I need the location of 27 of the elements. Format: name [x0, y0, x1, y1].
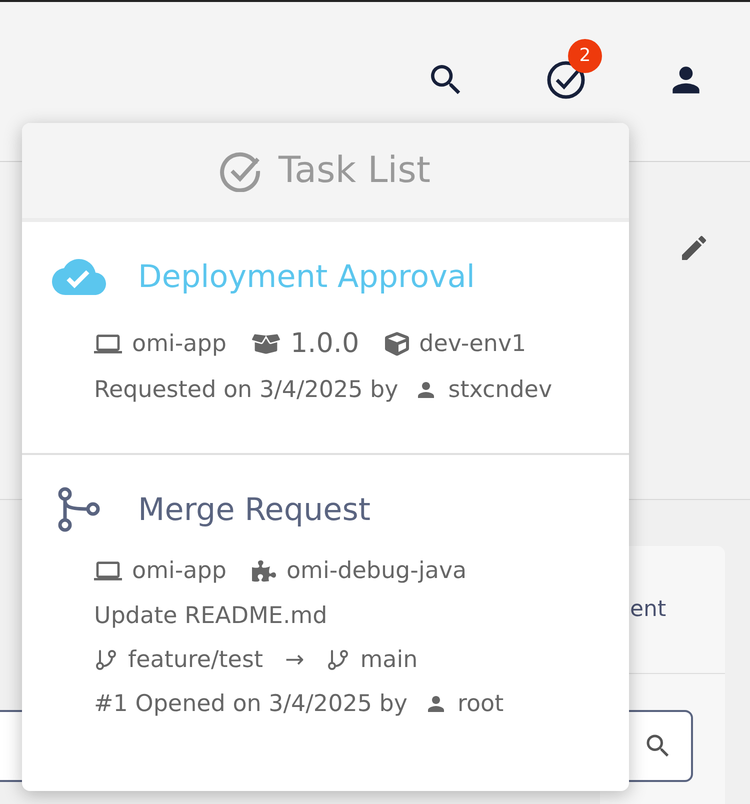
puzzle-icon — [252, 559, 276, 583]
meta-text: dev-env1 — [419, 330, 526, 356]
meta-text: 1.0.0 — [290, 328, 360, 359]
user-name: root — [458, 691, 504, 717]
task-check-icon[interactable] — [546, 60, 586, 100]
branch-name: feature/test — [128, 647, 263, 673]
task-title: Merge Request — [138, 492, 371, 528]
branch-icon — [94, 648, 118, 672]
card-text: ent — [630, 597, 666, 622]
byline-text: #1 Opened on 3/4/2025 by — [94, 691, 408, 717]
meta-text: omi-debug-java — [286, 558, 467, 584]
branch-name: main — [360, 647, 418, 673]
arrow-text: → — [284, 647, 304, 673]
branch-icon — [326, 648, 350, 672]
task-item[interactable]: Merge Request omi-app omi-debug-java Update README.md feature/test → main #1 Opened on 3/4/2025 by root — [22, 455, 629, 791]
byline-text: Requested on 3/4/2025 by — [94, 377, 398, 403]
user-name: stxcndev — [448, 377, 552, 403]
cube-icon — [385, 332, 410, 356]
commit-message: Update README.md — [94, 603, 328, 629]
popup-title: Task List — [278, 150, 431, 191]
merge-icon — [56, 487, 102, 533]
task-title: Deployment Approval — [138, 259, 476, 295]
meta-text: omi-app — [132, 330, 226, 356]
meta-text: omi-app — [132, 558, 226, 584]
notification-badge: 2 — [568, 38, 602, 72]
task-item[interactable]: Deployment Approval omi-app 1.0.0 dev-env1 Requested on 3/4/2025 by stxcndev — [22, 222, 629, 455]
check-circle-icon — [220, 150, 262, 192]
